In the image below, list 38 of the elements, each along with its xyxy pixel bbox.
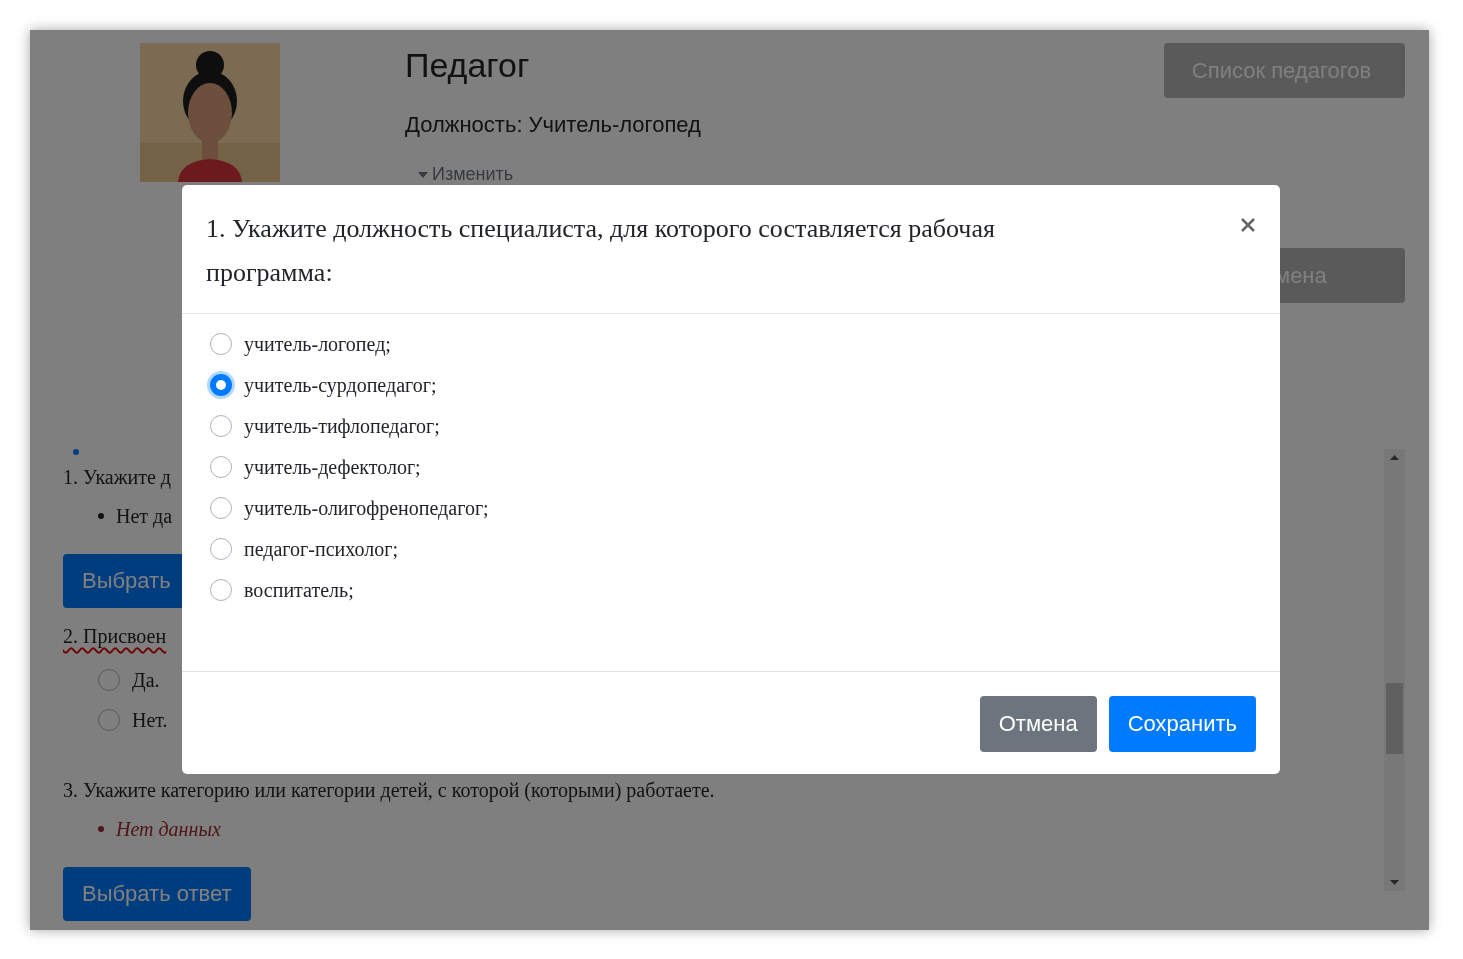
scrollbar[interactable] — [1384, 449, 1405, 891]
change-link[interactable]: Изменить — [418, 164, 701, 185]
radio-button[interactable] — [98, 669, 120, 691]
answer-text: Нет да — [116, 504, 173, 528]
option-label: учитель-сурдопедагог; — [244, 373, 437, 397]
bullet-icon — [98, 513, 104, 519]
scroll-down-icon[interactable] — [1390, 880, 1399, 885]
scrollbar-thumb[interactable] — [1386, 683, 1403, 754]
answer-text: Нет данных — [116, 817, 221, 841]
question-text: 3. Укажите категорию или категории детей, с которой (которыми) работаете. — [63, 778, 715, 802]
radio-button[interactable] — [210, 374, 232, 396]
radio-button[interactable] — [210, 456, 232, 478]
option-label: Да. — [132, 668, 160, 692]
dot-icon — [73, 449, 79, 455]
radio-button[interactable] — [210, 579, 232, 601]
option-label: учитель-логопед; — [244, 332, 391, 356]
option-label: воспитатель; — [244, 578, 354, 602]
option-label: учитель-олигофренопедагог; — [244, 496, 489, 520]
radio-button[interactable] — [210, 538, 232, 560]
bullet-icon — [98, 826, 104, 832]
option-label: педагог-психолог; — [244, 537, 398, 561]
dialog-title: 1. Укажите должность специалиста, для которого составляется рабочая программа: — [206, 213, 996, 289]
question-text: 2. Присвоен — [63, 624, 167, 648]
position-text: Должность: Учитель-логопед — [405, 112, 701, 138]
option-label: учитель-дефектолог; — [244, 455, 421, 479]
question-text: 1. Укажите д — [63, 465, 171, 489]
choose-button[interactable]: Выбрать ответ — [63, 867, 251, 921]
cancel-button[interactable]: Отмена — [979, 696, 1097, 752]
radio-button[interactable] — [210, 497, 232, 519]
option-label: Нет. — [132, 708, 168, 732]
radio-button[interactable] — [210, 333, 232, 355]
caret-icon — [418, 171, 428, 178]
option-label: учитель-тифлопедагог; — [244, 414, 440, 438]
radio-button[interactable] — [98, 709, 120, 731]
radio-button[interactable] — [210, 415, 232, 437]
page-title: Педагог — [405, 45, 531, 85]
save-button[interactable]: Сохранить — [1108, 696, 1256, 752]
scroll-up-icon[interactable] — [1390, 455, 1399, 460]
